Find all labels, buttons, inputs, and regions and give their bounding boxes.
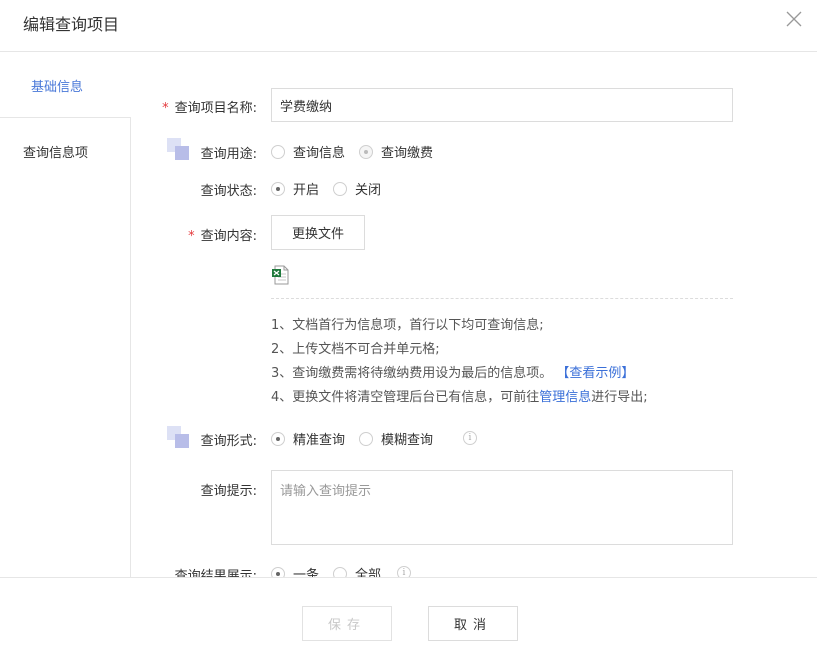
note-3: 3、查询缴费需将待缴纳费用设为最后的信息项。 【查看示例】 [271, 362, 634, 381]
radio-circle [271, 431, 285, 446]
purpose-radio-group: 查询信息 查询缴费 [271, 142, 447, 161]
status-option-on[interactable]: 开启 [271, 179, 319, 198]
name-label-text: 查询项目名称: [174, 101, 257, 116]
required-mark: * [162, 101, 169, 116]
required-mark: * [188, 229, 195, 244]
result-radio-group: 一条 全部 [271, 564, 395, 577]
radio-circle [271, 566, 285, 577]
view-example-link[interactable]: 【查看示例】 [556, 366, 634, 381]
sidebar: 基础信息 查询信息项 [0, 52, 131, 577]
blurred-icon [167, 138, 189, 160]
radio-label: 模糊查询 [381, 433, 434, 448]
hint-textarea[interactable] [271, 470, 733, 545]
note-4: 4、更换文件将清空管理后台已有信息，可前往管理信息进行导出; [271, 386, 648, 405]
radio-label: 一条 [293, 568, 320, 577]
sidebar-item-basic-info[interactable]: 基础信息 [0, 52, 131, 117]
cancel-button[interactable]: 取消 [428, 606, 518, 641]
close-icon[interactable] [784, 9, 804, 29]
note-4-suffix: 进行导出; [591, 390, 648, 405]
mode-radio-group: 精准查询 模糊查询 [271, 429, 447, 448]
replace-file-button[interactable]: 更换文件 [271, 215, 365, 250]
mode-option-exact[interactable]: 精准查询 [271, 429, 345, 448]
radio-circle [333, 181, 348, 196]
purpose-option-info[interactable]: 查询信息 [271, 142, 345, 161]
form-area: * 查询项目名称: 查询用途: 查询信息 查询缴费 查询状态: 开启 关闭 * 查询… [131, 52, 817, 577]
radio-label: 关闭 [355, 183, 382, 198]
radio-circle [359, 431, 374, 446]
sidebar-item-label: 查询信息项 [23, 146, 89, 161]
sidebar-item-query-fields[interactable]: 查询信息项 [0, 117, 131, 577]
dialog-footer: 保存 取消 [0, 577, 817, 654]
dialog-header: 编辑查询项目 [0, 0, 817, 52]
radio-label: 全部 [355, 568, 382, 577]
status-radio-group: 开启 关闭 [271, 179, 395, 198]
info-icon[interactable]: i [397, 566, 411, 577]
status-label: 查询状态: [200, 184, 257, 199]
name-label: * 查询项目名称: [162, 97, 257, 116]
manage-info-link[interactable]: 管理信息 [539, 390, 591, 405]
save-button[interactable]: 保存 [302, 606, 392, 641]
result-option-all[interactable]: 全部 [333, 564, 381, 577]
radio-label: 查询缴费 [381, 146, 434, 161]
status-option-off[interactable]: 关闭 [333, 179, 381, 198]
info-icon[interactable]: i [463, 431, 477, 445]
note-2: 2、上传文档不可合并单元格; [271, 342, 440, 357]
purpose-label: 查询用途: [200, 147, 257, 162]
excel-file-icon[interactable] [271, 265, 289, 285]
radio-label: 开启 [293, 183, 320, 198]
note-3-text: 3、查询缴费需将待缴纳费用设为最后的信息项。 [271, 366, 553, 381]
mode-option-fuzzy[interactable]: 模糊查询 [359, 429, 433, 448]
radio-circle [271, 144, 285, 159]
result-option-one[interactable]: 一条 [271, 564, 319, 577]
hint-label: 查询提示: [200, 484, 257, 499]
radio-label: 精准查询 [293, 433, 346, 448]
radio-label: 查询信息 [293, 146, 346, 161]
divider [271, 298, 733, 299]
name-input[interactable] [271, 88, 733, 122]
note-1: 1、文档首行为信息项，首行以下均可查询信息; [271, 318, 544, 333]
radio-circle [333, 566, 348, 577]
content-label-text: 查询内容: [200, 229, 257, 244]
dialog-title: 编辑查询项目 [23, 15, 120, 34]
blurred-icon [167, 426, 189, 448]
mode-label: 查询形式: [200, 434, 257, 449]
purpose-option-payment[interactable]: 查询缴费 [359, 142, 433, 161]
sidebar-item-label: 基础信息 [31, 80, 84, 95]
result-label: 查询结果展示: [174, 569, 257, 577]
content-label: * 查询内容: [188, 225, 257, 244]
radio-circle [271, 181, 285, 196]
radio-circle [359, 144, 374, 159]
note-4-text: 4、更换文件将清空管理后台已有信息，可前往 [271, 390, 540, 405]
